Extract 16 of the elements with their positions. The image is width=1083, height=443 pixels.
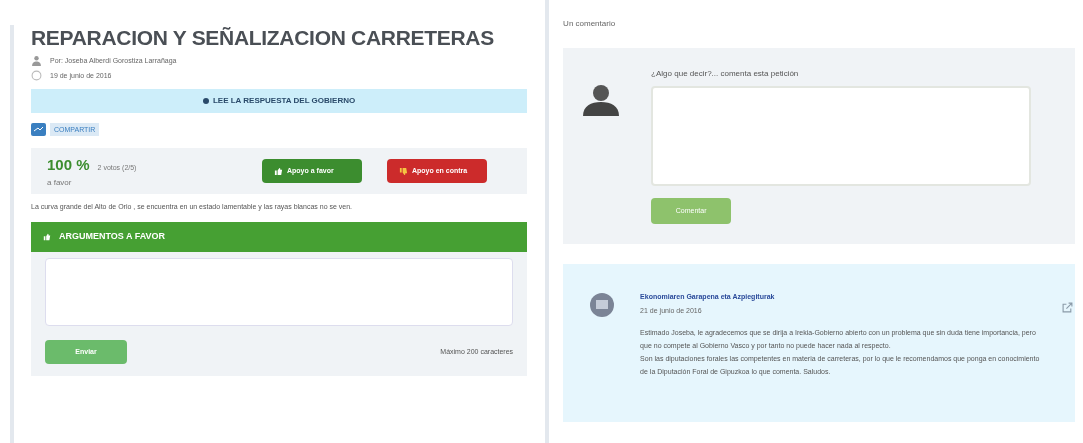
clock-icon	[31, 70, 42, 82]
support-percent: 100 %	[47, 155, 90, 175]
arguments-heading: ARGUMENTOS A FAVOR	[59, 230, 165, 243]
bullet-icon	[202, 98, 209, 105]
support-caption: a favor	[47, 176, 73, 189]
government-response-banner[interactable]: LEE LA RESPUESTA DEL GOBIERNO	[31, 89, 528, 114]
share-icon	[31, 123, 46, 137]
avatar-icon	[589, 292, 616, 318]
thumbs-down-icon	[399, 166, 408, 176]
thumbs-up-icon	[43, 232, 51, 241]
thumbs-up-icon	[274, 166, 283, 176]
petition-title: REPARACION Y SEÑALIZACION CARRETERAS	[31, 25, 495, 51]
comment-count: Un comentario	[563, 18, 617, 30]
user-icon	[31, 55, 42, 67]
external-link-icon	[1062, 302, 1074, 313]
comment-prompt: ¿Algo que decir?... comenta esta petición	[651, 68, 800, 80]
